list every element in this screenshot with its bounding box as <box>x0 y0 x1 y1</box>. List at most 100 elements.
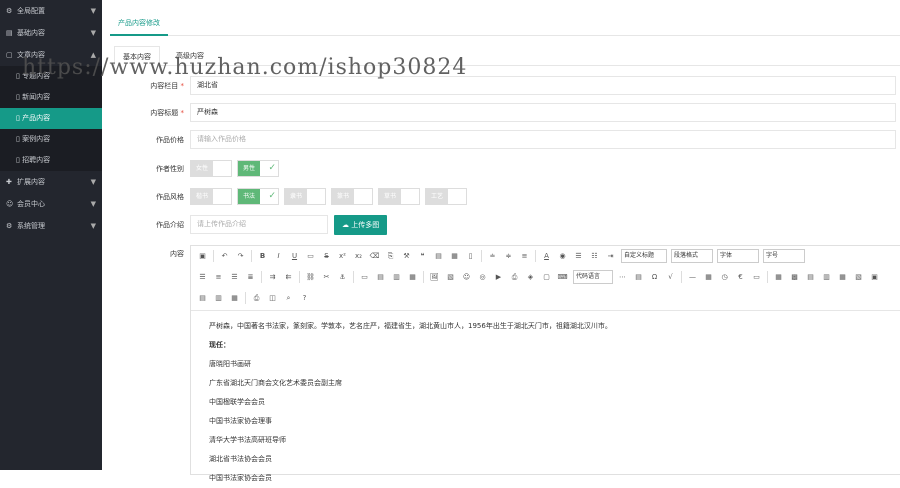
template-icon[interactable]: ▤ <box>633 271 644 283</box>
upload-images-button[interactable]: ☁ 上传多图 <box>334 215 388 235</box>
unordered-list-icon[interactable]: ☷ <box>589 250 600 262</box>
style-option-checkbox[interactable]: 草书 <box>378 188 420 205</box>
style-option-checkbox[interactable]: 篆书 <box>331 188 373 205</box>
format-match-icon[interactable]: ⎘ <box>385 250 396 262</box>
price-input[interactable]: 请输入作品价格 <box>190 130 896 149</box>
sidebar-item-system[interactable]: ⚙ 系统管理 ▼ <box>0 215 102 237</box>
insert-image-icon[interactable]: 🖼 <box>429 271 440 283</box>
sidebar-sub-news[interactable]: ▯ 新闻内容 <box>0 87 102 108</box>
emotion-icon[interactable]: ☺ <box>461 271 472 283</box>
sidebar-sub-product[interactable]: ▯ 产品内容 <box>0 108 102 129</box>
source-icon[interactable]: ▣ <box>197 250 208 262</box>
multi-image-icon[interactable]: ▧ <box>445 271 456 283</box>
horizontal-rule-icon[interactable]: — <box>687 271 698 283</box>
font-family-select[interactable]: 字体 <box>717 249 759 263</box>
style-option-checkbox[interactable]: 隶书 <box>284 188 326 205</box>
image-right-icon[interactable]: ▥ <box>391 271 402 283</box>
search-replace-icon[interactable]: ⌕ <box>283 292 294 304</box>
sidebar-sub-recruit[interactable]: ▯ 招聘内容 <box>0 150 102 171</box>
code-icon[interactable]: ⌨ <box>557 271 568 283</box>
sidebar-sub-label: 产品内容 <box>22 114 51 122</box>
anchor-icon[interactable]: ⚓ <box>337 271 348 283</box>
row-spacing-top-icon[interactable]: ≐ <box>487 250 498 262</box>
print-icon[interactable]: ⎙ <box>251 292 262 304</box>
sidebar-item-global-config[interactable]: ⚙ 全局配置 ▼ <box>0 0 102 22</box>
code-language-select[interactable]: 代码语言 <box>573 270 613 284</box>
merge-cells-icon[interactable]: ▣ <box>869 271 880 283</box>
sidebar-item-extension[interactable]: ✚ 扩展内容 ▼ <box>0 171 102 193</box>
blockquote-icon[interactable]: ❝ <box>417 250 428 262</box>
custom-title-select[interactable]: 自定义标题 <box>621 249 667 263</box>
border-icon[interactable]: ▭ <box>305 250 316 262</box>
image-none-icon[interactable]: ▭ <box>359 271 370 283</box>
underline-icon[interactable]: U <box>289 250 300 262</box>
frame-icon[interactable]: ▢ <box>541 271 552 283</box>
paste-text-icon[interactable]: ▤ <box>433 250 444 262</box>
font-size-select[interactable]: 字号 <box>763 249 805 263</box>
page-break-icon[interactable]: ⋯ <box>617 271 628 283</box>
row-spacing-bottom-icon[interactable]: ≑ <box>503 250 514 262</box>
link-icon[interactable]: ⛓ <box>305 271 316 283</box>
date-icon[interactable]: ▦ <box>703 271 714 283</box>
insert-col-icon[interactable]: ▦ <box>837 271 848 283</box>
direction-ltr-icon[interactable]: ⇉ <box>267 271 278 283</box>
unlink-icon[interactable]: ✂ <box>321 271 332 283</box>
help-icon[interactable]: ? <box>299 292 310 304</box>
image-center-icon[interactable]: ▦ <box>407 271 418 283</box>
align-right-icon[interactable]: ☰ <box>229 271 240 283</box>
align-justify-icon[interactable]: ≣ <box>245 271 256 283</box>
sidebar-item-basic-content[interactable]: ▤ 基础内容 ▼ <box>0 22 102 44</box>
sidebar-sub-case[interactable]: ▯ 案例内容 <box>0 129 102 150</box>
gender-female-checkbox[interactable]: 女性 <box>190 160 232 177</box>
split-cols-icon[interactable]: ▦ <box>229 292 240 304</box>
style-option-checkbox[interactable]: 书法 ✓ <box>237 188 279 205</box>
delete-row-icon[interactable]: ▥ <box>821 271 832 283</box>
time-icon[interactable]: ◷ <box>719 271 730 283</box>
highlight-color-icon[interactable]: ◉ <box>557 250 568 262</box>
formula-icon[interactable]: √ <box>665 271 676 283</box>
indent-icon[interactable]: ⇥ <box>605 250 616 262</box>
strikethrough-icon[interactable]: S <box>321 250 332 262</box>
gender-male-checkbox[interactable]: 男性 ✓ <box>237 160 279 177</box>
attachment-icon[interactable]: ⎙ <box>509 271 520 283</box>
spechars-icon[interactable]: Ω <box>649 271 660 283</box>
ordered-list-icon[interactable]: ☰ <box>573 250 584 262</box>
preview-icon[interactable]: ◫ <box>267 292 278 304</box>
delete-col-icon[interactable]: ▧ <box>853 271 864 283</box>
autotype-icon[interactable]: ⚒ <box>401 250 412 262</box>
italic-icon[interactable]: I <box>273 250 284 262</box>
insert-row-icon[interactable]: ▤ <box>805 271 816 283</box>
currency-icon[interactable]: € <box>735 271 746 283</box>
redo-icon[interactable]: ↷ <box>235 250 246 262</box>
background-icon[interactable]: ◈ <box>525 271 536 283</box>
subscript-icon[interactable]: x₂ <box>353 250 364 262</box>
split-cells-icon[interactable]: ▤ <box>197 292 208 304</box>
insert-table-icon[interactable]: ▦ <box>773 271 784 283</box>
style-option-checkbox[interactable]: 工艺 <box>425 188 467 205</box>
delete-table-icon[interactable]: ▩ <box>789 271 800 283</box>
title-input[interactable]: 严树森 <box>190 103 896 122</box>
clear-doc-icon[interactable]: ▯ <box>465 250 476 262</box>
map-icon[interactable]: ◎ <box>477 271 488 283</box>
split-rows-icon[interactable]: ▥ <box>213 292 224 304</box>
tab-product-edit[interactable]: 产品内容修改 <box>110 12 168 36</box>
image-left-icon[interactable]: ▤ <box>375 271 386 283</box>
bold-icon[interactable]: B <box>257 250 268 262</box>
video-icon[interactable]: ▶ <box>493 271 504 283</box>
direction-rtl-icon[interactable]: ⇇ <box>283 271 294 283</box>
eraser-icon[interactable]: ⌫ <box>369 250 380 262</box>
snapscreen-icon[interactable]: ▭ <box>751 271 762 283</box>
sidebar-sub-label: 新闻内容 <box>22 93 51 101</box>
paragraph-format-select[interactable]: 段落格式 <box>671 249 713 263</box>
editor-content[interactable]: 严树森，中国著名书法家，篆刻家。学敦本，艺名庄严，福建省生，湖北黄山市人，195… <box>191 310 900 488</box>
style-option-checkbox[interactable]: 楷书 <box>190 188 232 205</box>
font-color-icon[interactable]: A <box>541 250 552 262</box>
sidebar-item-member[interactable]: ☺ 会员中心 ▼ <box>0 193 102 215</box>
align-left-icon[interactable]: ☰ <box>197 271 208 283</box>
select-all-icon[interactable]: ▦ <box>449 250 460 262</box>
align-center-icon[interactable]: ≡ <box>213 271 224 283</box>
superscript-icon[interactable]: x² <box>337 250 348 262</box>
line-height-icon[interactable]: ≡ <box>519 250 530 262</box>
undo-icon[interactable]: ↶ <box>219 250 230 262</box>
intro-input[interactable]: 请上传作品介绍 <box>190 215 328 234</box>
